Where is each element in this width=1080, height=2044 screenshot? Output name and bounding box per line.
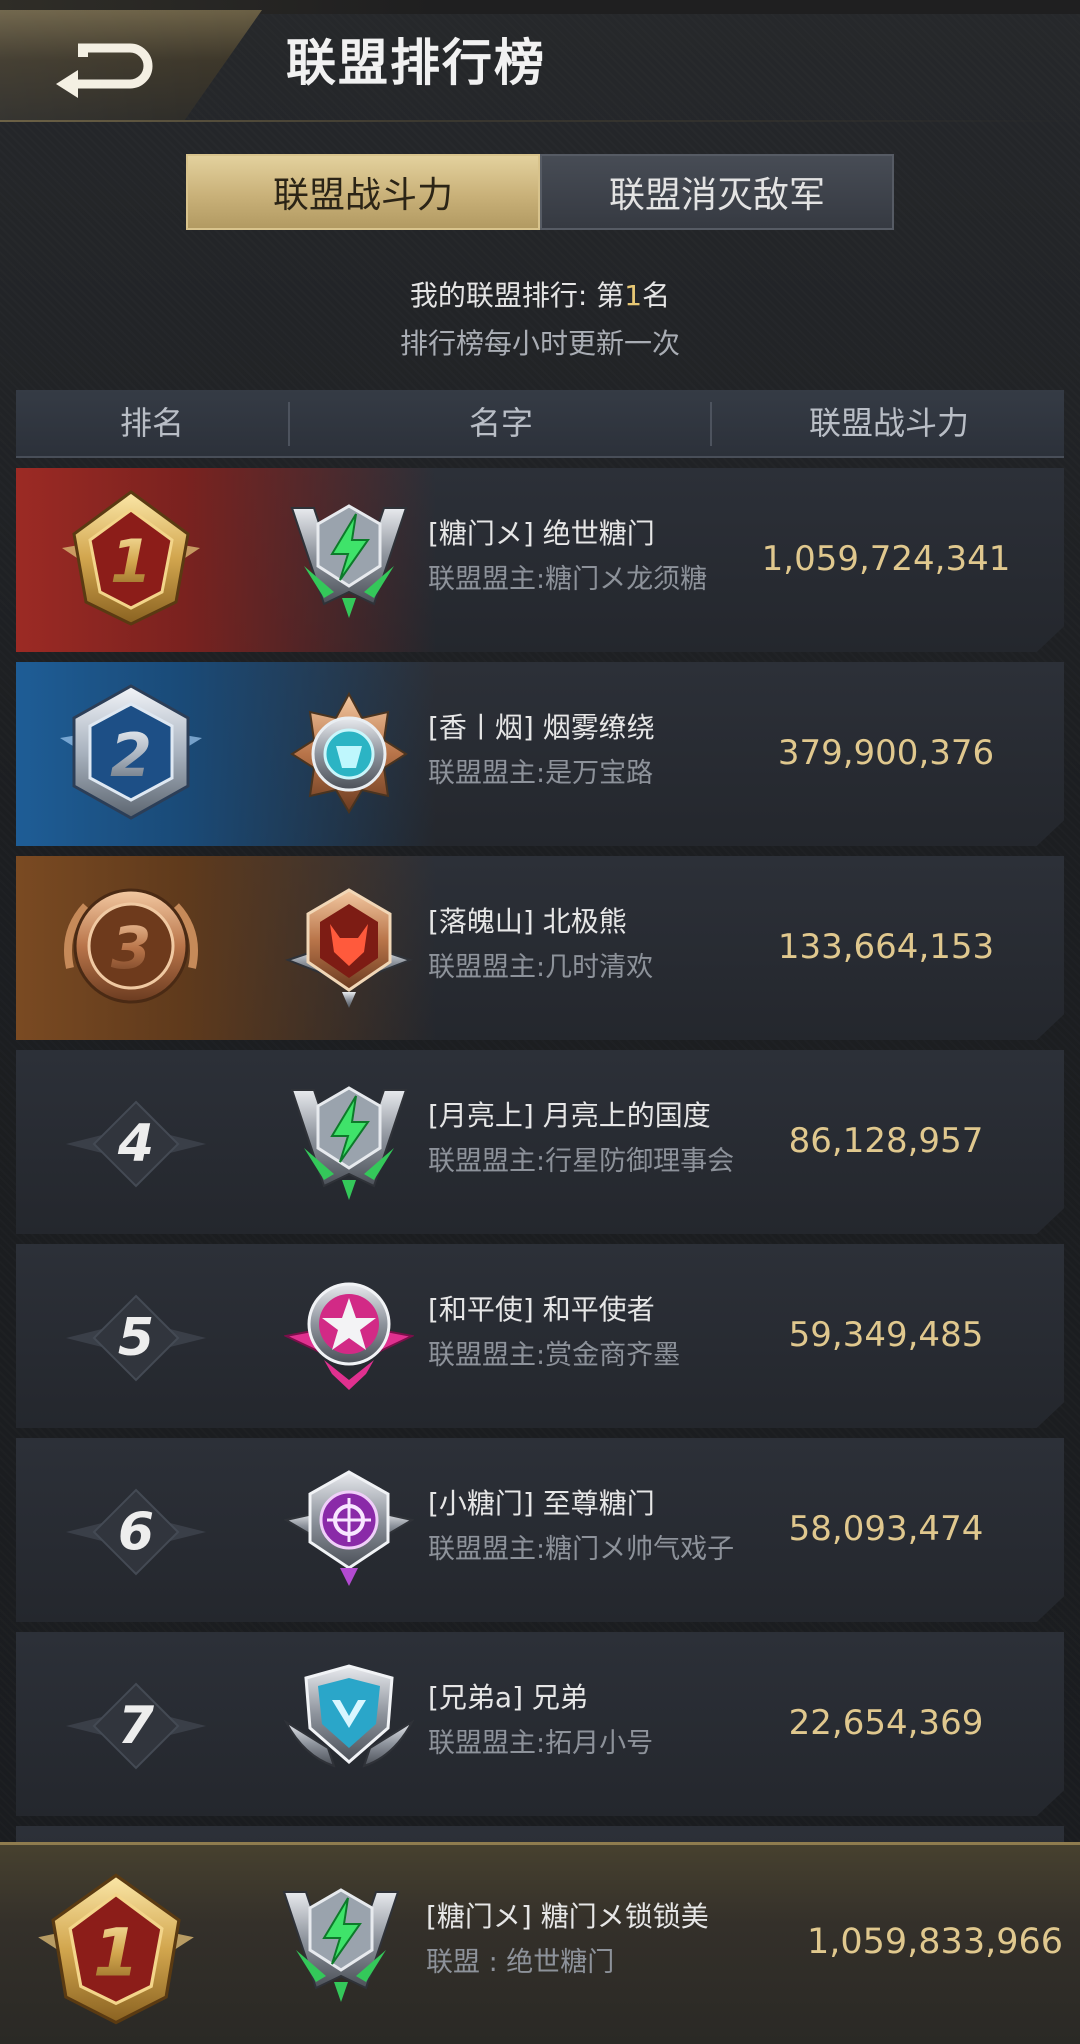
table-header: 排名 名字 联盟战斗力 <box>16 390 1064 458</box>
alliance-leader: 联盟盟主:几时清欢 <box>428 952 654 983</box>
tab-bar: 联盟战斗力 联盟消灭敌军 <box>186 154 894 230</box>
alliance-leader: 联盟盟主:行星防御理事会 <box>428 1146 735 1177</box>
rank-number: 5 <box>117 1308 155 1368</box>
my-member-name: [糖门メ] 糖门メ锁锁美 <box>426 1900 709 1933</box>
column-divider <box>710 402 712 446</box>
green-lightning-emblem-icon <box>282 1888 400 2002</box>
alliance-leader: 联盟盟主:糖门メ龙须糖 <box>428 564 708 595</box>
header: 联盟排行榜 <box>0 0 1080 130</box>
alliance-leader: 联盟盟主:糖门メ帅气戏子 <box>428 1534 735 1565</box>
alliance-name: [月亮上] 月亮上的国度 <box>428 1099 711 1132</box>
column-header-rank: 排名 <box>119 404 184 442</box>
svg-text:2: 2 <box>110 721 152 791</box>
table-row[interactable]: 1 [糖门メ] 绝世糖门 联盟盟主:糖门メ龙须糖 1,059,724,341 <box>16 468 1064 652</box>
svg-text:3: 3 <box>111 914 151 982</box>
rank-number: 4 <box>117 1114 155 1174</box>
table-row[interactable]: 3 [落魄山] 北极熊 联盟盟主:几时清欢 133,664,153 <box>16 856 1064 1040</box>
red-wolf-emblem-icon <box>285 888 413 1008</box>
green-lightning-emblem-icon <box>290 1086 408 1200</box>
page-title: 联盟排行榜 <box>286 34 546 92</box>
blue-shield-emblem-icon <box>284 1664 414 1768</box>
my-alliance-rank-text: 我的联盟排行: 第1名 <box>0 272 1080 320</box>
rank-1-gold-badge-icon: 1 <box>38 1873 194 2025</box>
rank-number: 6 <box>117 1502 155 1562</box>
back-arrow-icon <box>56 43 153 98</box>
alliance-power-value: 22,654,369 <box>788 1703 984 1743</box>
rank-2-silver-badge-icon: 2 <box>60 684 202 820</box>
rank-number-badge: 6 <box>66 1484 206 1580</box>
pink-star-emblem-icon <box>284 1282 414 1390</box>
my-rank-number: 1 <box>624 279 643 312</box>
alliance-power-value: 1,059,724,341 <box>761 539 1011 579</box>
my-power-value: 1,059,833,966 <box>806 1922 1064 1962</box>
tab-alliance-power[interactable]: 联盟战斗力 <box>186 154 540 230</box>
svg-text:1: 1 <box>93 1915 139 1992</box>
alliance-leader: 联盟盟主:拓月小号 <box>428 1728 654 1759</box>
tab-alliance-kills[interactable]: 联盟消灭敌军 <box>540 154 894 230</box>
column-header-name: 名字 <box>468 404 533 442</box>
my-rank-prefix: 我的联盟排行: 第 <box>409 279 625 312</box>
rank-number: 7 <box>117 1696 155 1756</box>
rank-number-badge: 5 <box>66 1290 206 1386</box>
table-row[interactable]: 5 [和平使] 和平使者 联盟盟主:赏金商齐墨 59,349,485 <box>16 1244 1064 1428</box>
ranking-list: 1 [糖门メ] 绝世糖门 联盟盟主:糖门メ龙须糖 1,059,724,341 2… <box>16 468 1064 2020</box>
my-rank-suffix: 名 <box>642 279 671 312</box>
rank-1-gold-badge-icon: 1 <box>62 490 200 626</box>
alliance-name: [和平使] 和平使者 <box>428 1293 655 1326</box>
alliance-leader: 联盟盟主:赏金商齐墨 <box>428 1340 681 1371</box>
rank-number-badge: 7 <box>66 1678 206 1774</box>
table-row[interactable]: 6 [小糖门] 至尊糖门 联盟盟主:糖门メ帅气戏子 58,093,474 <box>16 1438 1064 1622</box>
green-lightning-emblem-icon <box>290 504 408 618</box>
alliance-name: [小糖门] 至尊糖门 <box>428 1487 655 1520</box>
my-alliance-bar[interactable]: 1 [糖门メ] 糖门メ锁锁美 联盟 : 绝世糖门 1,059,833,966 <box>0 1842 1080 2044</box>
alliance-power-value: 133,664,153 <box>777 927 995 967</box>
table-row[interactable]: 4 [月亮上] 月亮上的国度 联盟盟主:行星防御理事会 86,128,957 <box>16 1050 1064 1234</box>
header-divider <box>0 120 1080 122</box>
rank-number-badge: 4 <box>66 1096 206 1192</box>
alliance-power-value: 379,900,376 <box>777 733 995 773</box>
alliance-name: [兄弟a] 兄弟 <box>428 1681 588 1714</box>
alliance-name: [落魄山] 北极熊 <box>428 905 627 938</box>
alliance-name: [糖门メ] 绝世糖门 <box>428 517 655 550</box>
purple-target-emblem-icon <box>284 1470 414 1586</box>
alliance-leader: 联盟盟主:是万宝路 <box>428 758 654 789</box>
update-note: 排行榜每小时更新一次 <box>399 327 680 360</box>
column-header-power: 联盟战斗力 <box>808 404 969 442</box>
cyan-star-emblem-icon <box>290 691 408 814</box>
alliance-name: [香丨烟] 烟雾缭绕 <box>428 711 655 744</box>
alliance-power-value: 59,349,485 <box>788 1315 984 1355</box>
rank-3-bronze-badge-icon: 3 <box>64 888 198 1004</box>
alliance-power-value: 86,128,957 <box>788 1121 984 1161</box>
back-button[interactable] <box>0 10 262 122</box>
alliance-power-value: 58,093,474 <box>788 1509 984 1549</box>
my-alliance-name: 联盟 : 绝世糖门 <box>426 1947 615 1978</box>
table-row[interactable]: 2 [香丨烟] 烟雾缭绕 联盟盟主:是万宝路 379,900,376 <box>16 662 1064 846</box>
table-row[interactable]: 7 [兄弟a] 兄弟 联盟盟主:拓月小号 22,654,369 <box>16 1632 1064 1816</box>
svg-text:1: 1 <box>110 527 152 597</box>
